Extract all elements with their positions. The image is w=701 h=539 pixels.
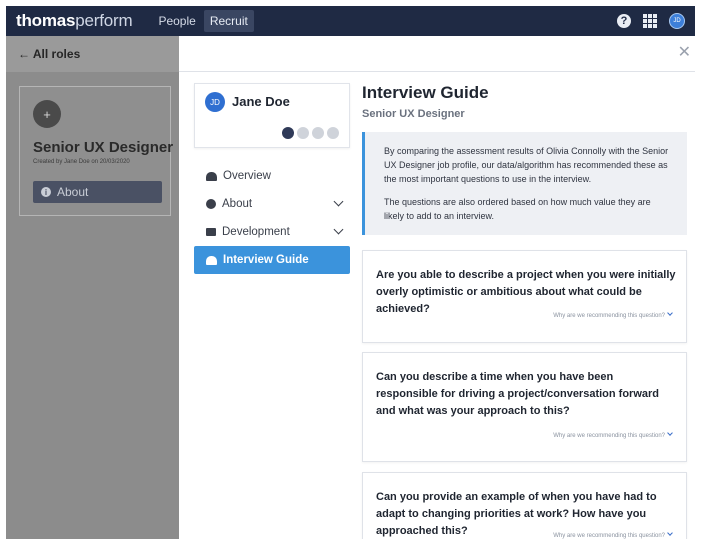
nav-people[interactable]: People [158,14,195,28]
person-avatar: JD [205,92,225,112]
question-icon[interactable]: ? [617,14,631,28]
chevron-down-icon [333,224,344,235]
question-card: Can you provide an example of when you h… [362,472,687,539]
brand-logo-light: perform [75,11,133,30]
top-navbar: thomasperform People Recruit ? JD [6,6,695,36]
side-nav-about[interactable]: About [194,190,350,218]
guide-content: Interview Guide Senior UX Designer By co… [362,83,687,539]
side-nav-label: Development [222,226,290,238]
add-user-icon: + [33,100,61,128]
brand-logo-bold: thomas [16,11,76,30]
grid-icon[interactable] [643,14,657,28]
interview-guide-panel: ✕ JD Jane Doe Overview About Development [179,36,695,539]
question-text: Can you provide an example of when you h… [376,491,657,537]
question-card: Can you describe a time when you have be… [362,352,687,462]
roles-panel-overlay: ← All roles + Senior UX Designer Created… [6,36,179,539]
info-icon: i [41,187,51,197]
why-recommend-label: Why are we recommending this question? [553,433,665,439]
info-paragraph: The questions are also ordered based on … [384,197,651,221]
question-card: Are you able to describe a project when … [362,250,687,343]
info-icon [206,199,216,209]
side-nav-label: Overview [223,170,271,182]
why-recommend-toggle[interactable]: Why are we recommending this question? [553,310,673,319]
side-nav-label: About [222,198,253,210]
about-role-label: About [57,185,89,199]
role-card: + Senior UX Designer Created by Jane Doe… [19,86,174,216]
role-title: Senior UX Designer [33,139,174,156]
topbar-actions: ? JD [617,13,685,29]
brand-logo[interactable]: thomasperform [16,11,133,31]
role-created-text: Created by Jane Doe on 20/03/2020 [33,159,130,165]
why-recommend-toggle[interactable]: Why are we recommending this question? [553,530,673,539]
why-recommend-label: Why are we recommending this question? [553,313,665,319]
assessment-icon[interactable] [327,127,339,139]
assessment-icon-active[interactable] [282,127,294,139]
person-name: Jane Doe [232,94,290,109]
assessment-icon[interactable] [297,127,309,139]
side-nav-overview[interactable]: Overview [194,162,350,190]
question-text: Are you able to describe a project when … [376,269,676,315]
why-recommend-toggle[interactable]: Why are we recommending this question? [553,430,673,439]
close-icon[interactable]: ✕ [678,42,691,62]
nav-recruit[interactable]: Recruit [203,10,254,32]
why-recommend-label: Why are we recommending this question? [553,533,665,539]
person-card: JD Jane Doe [194,83,350,148]
back-to-all-roles-link[interactable]: ← All roles [6,36,179,72]
side-nav-interview-guide[interactable]: Interview Guide [194,246,350,274]
assessment-icons [282,127,339,139]
side-nav-development[interactable]: Development [194,218,350,246]
question-text: Can you describe a time when you have be… [376,371,660,417]
chevron-down-icon [667,430,673,436]
about-role-button[interactable]: i About [33,181,162,203]
plant-icon [206,228,216,236]
chevron-down-icon [333,196,344,207]
side-nav: Overview About Development Interview Gui… [194,162,350,274]
page-title: Interview Guide [362,83,489,102]
panel-header: ✕ [179,36,695,72]
user-avatar[interactable]: JD [669,13,685,29]
chat-icon [206,255,217,265]
user-icon [206,171,217,181]
page-subtitle: Senior UX Designer [362,108,465,120]
assessment-icon[interactable] [312,127,324,139]
info-paragraph: By comparing the assessment results of O… [384,146,669,184]
side-nav-label: Interview Guide [223,254,309,266]
info-callout: By comparing the assessment results of O… [362,132,687,235]
